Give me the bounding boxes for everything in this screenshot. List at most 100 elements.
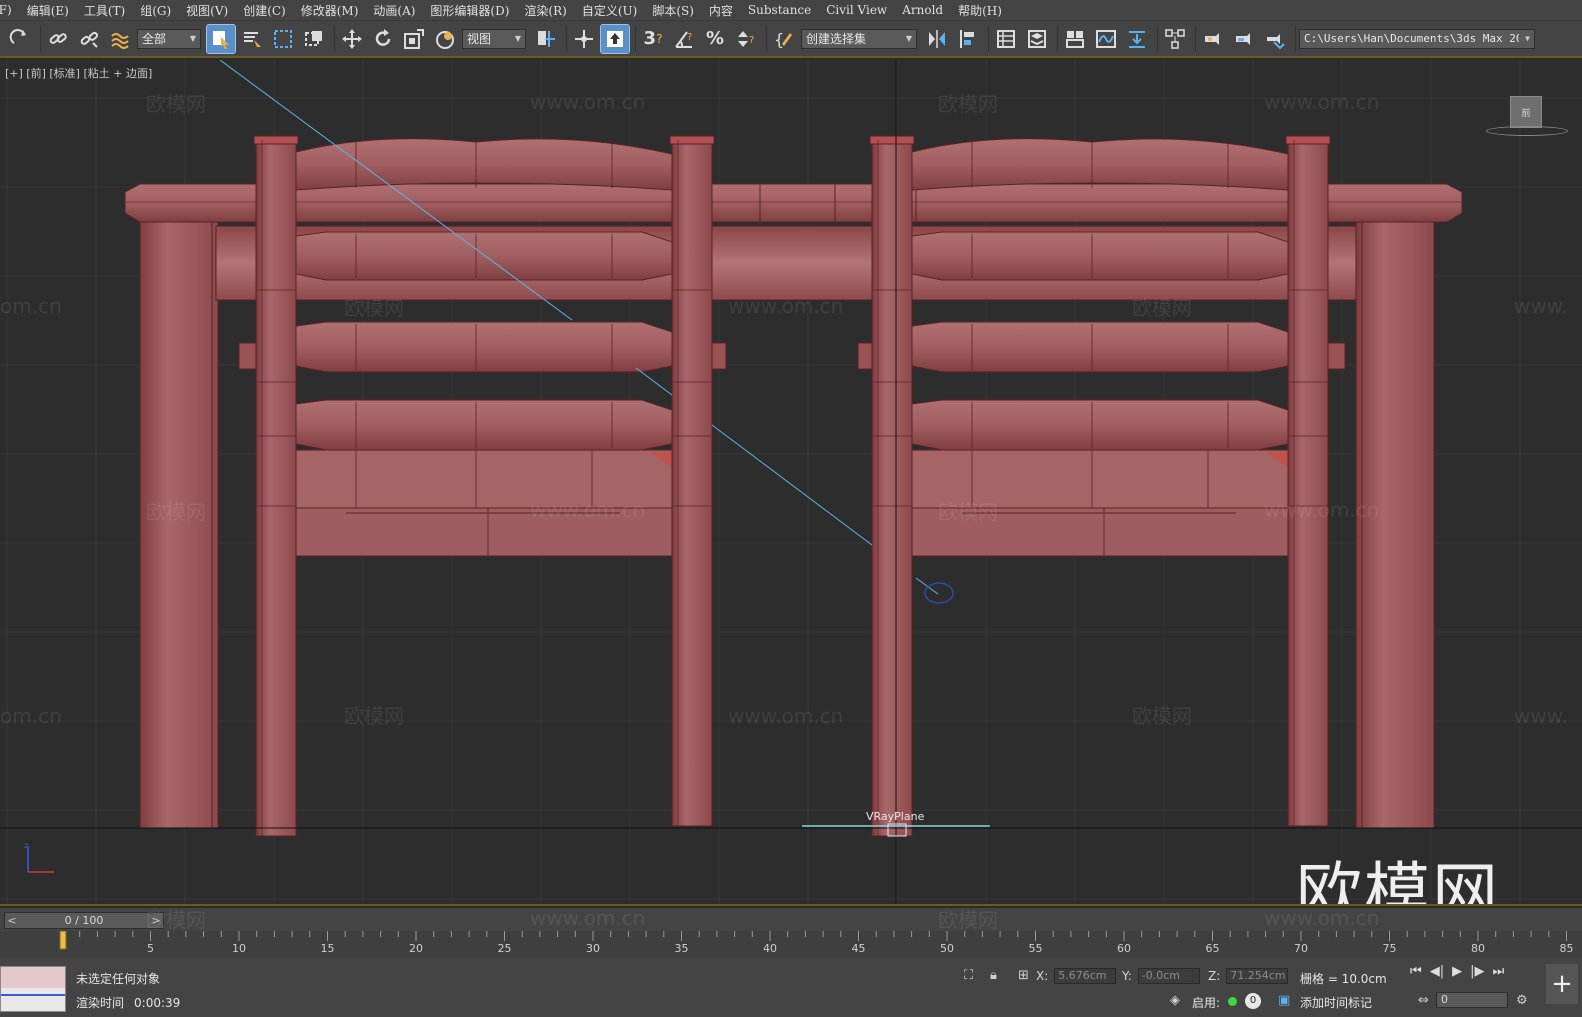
x-label: X:: [1036, 969, 1049, 983]
toolbar-separator: [1295, 25, 1296, 52]
previous-frame-icon[interactable]: ◀|: [1430, 964, 1444, 979]
menu-item[interactable]: 图形编辑器(D): [430, 2, 524, 19]
chevron-left-icon[interactable]: <: [5, 914, 19, 927]
rendered-frame-window-icon[interactable]: [1230, 25, 1258, 53]
edit-named-selection-icon[interactable]: {: [770, 25, 798, 53]
back-slat: [295, 138, 673, 191]
menu-item[interactable]: 组(G): [140, 2, 186, 19]
frame-display: 0 / 100: [64, 914, 104, 927]
x-field[interactable]: 5.676cm: [1054, 968, 1117, 984]
svg-text:z: z: [24, 841, 28, 850]
chevron-down-icon: ▼: [1525, 34, 1530, 43]
top-rail: [124, 183, 1463, 223]
bind-spacewarp-icon[interactable]: [106, 25, 134, 53]
y-label: Y:: [1122, 969, 1132, 983]
goto-end-icon[interactable]: ⏭: [1492, 964, 1504, 979]
menu-item[interactable]: 视图(V): [186, 2, 243, 19]
toggle-ribbon-icon[interactable]: [1061, 25, 1089, 53]
render-production-icon[interactable]: [1261, 25, 1289, 53]
add-time-tag[interactable]: 添加时间标记: [1300, 994, 1372, 1011]
snap-toggle-icon[interactable]: 3?: [639, 25, 667, 53]
angle-snap-icon[interactable]: ?: [670, 25, 698, 53]
play-icon[interactable]: ▶: [1452, 964, 1462, 979]
current-frame-field[interactable]: 0: [1436, 992, 1508, 1008]
menu-item[interactable]: 自定义(U): [582, 2, 652, 19]
menu-item[interactable]: 脚本(S): [652, 2, 709, 19]
track-bar[interactable]: 5 10 15 20 25 30 35 40 45 50 55 60 65 70 75 80 85: [0, 931, 1582, 958]
viewcube-compass-ring[interactable]: [1486, 126, 1568, 136]
toolbar-separator: [334, 25, 335, 52]
viewcube[interactable]: 前: [1510, 96, 1542, 128]
reference-coordinate-dropdown[interactable]: 视图 ▼: [462, 28, 526, 49]
z-field[interactable]: 71.254cm: [1226, 968, 1289, 984]
menu-item[interactable]: 动画(A): [373, 2, 430, 19]
isolate-selection-icon[interactable]: ⛶: [964, 968, 973, 983]
link-icon[interactable]: [44, 25, 72, 53]
front-viewport[interactable]: z [+] [前] [标准] [粘土 + 边面] 前 VRayPlane 欧模网…: [0, 60, 1582, 906]
absolute-mode-icon[interactable]: ⊞: [1018, 968, 1029, 983]
selection-count-badge: 0: [1245, 993, 1261, 1009]
material-editor-icon[interactable]: [1161, 25, 1189, 53]
layer-explorer-icon[interactable]: [1023, 25, 1051, 53]
menu-item[interactable]: Substance: [748, 3, 826, 17]
chevron-right-icon[interactable]: >: [149, 914, 163, 927]
menu-item[interactable]: 创建(C): [243, 2, 301, 19]
enable-indicator[interactable]: [1228, 997, 1237, 1006]
add-viewport-button[interactable]: +: [1546, 964, 1578, 1004]
chair-model[interactable]: z: [0, 60, 1582, 906]
pivot-center-icon[interactable]: [532, 25, 560, 53]
back-slat: [295, 321, 673, 373]
adaptive-degradation-icon[interactable]: ◈: [1170, 993, 1180, 1008]
time-tag-icon[interactable]: ▣: [1278, 993, 1290, 1008]
percent-snap-icon[interactable]: %: [701, 25, 729, 53]
time-slider[interactable]: < 0 / 100 >: [4, 912, 164, 929]
time-cursor[interactable]: [59, 931, 67, 950]
menu-item[interactable]: 修改器(M): [301, 2, 374, 19]
redo-icon[interactable]: [6, 25, 34, 53]
menu-item[interactable]: 编辑(E): [27, 2, 84, 19]
menu-item[interactable]: (F): [0, 3, 27, 17]
viewport-label[interactable]: [+] [前] [标准] [粘土 + 边面]: [5, 65, 152, 81]
window-crossing-icon[interactable]: [300, 25, 328, 53]
select-by-name-icon[interactable]: [238, 25, 266, 53]
menu-item[interactable]: 工具(T): [84, 2, 140, 19]
project-path-dropdown[interactable]: C:\Users\Han\Documents\3ds Max 2022 ▼: [1299, 28, 1535, 49]
mirror-icon[interactable]: [923, 25, 951, 53]
align-icon[interactable]: [954, 25, 982, 53]
timeline-tick-label: 10: [232, 942, 246, 955]
y-field[interactable]: -0.0cm: [1137, 968, 1200, 984]
scene-explorer-icon[interactable]: [992, 25, 1020, 53]
key-mode-icon[interactable]: ⇔: [1418, 993, 1429, 1008]
unlink-icon[interactable]: [75, 25, 103, 53]
timeline-tick-label: 25: [498, 942, 512, 955]
place-icon[interactable]: [431, 25, 459, 53]
curve-editor-icon[interactable]: [1092, 25, 1120, 53]
move-icon[interactable]: [338, 25, 366, 53]
maxscript-listener-mini[interactable]: [0, 966, 66, 1012]
schematic-view-icon[interactable]: [1123, 25, 1151, 53]
rotate-icon[interactable]: [369, 25, 397, 53]
named-selection-dropdown[interactable]: 创建选择集 ▼: [801, 28, 917, 49]
toolbar-separator: [988, 25, 989, 52]
keyboard-shortcut-override-icon[interactable]: [600, 23, 630, 54]
menu-item[interactable]: Arnold: [902, 3, 958, 17]
select-object-icon[interactable]: [206, 23, 236, 54]
menu-item[interactable]: 内容: [709, 2, 748, 19]
goto-start-icon[interactable]: ⏮: [1410, 964, 1422, 979]
menu-item[interactable]: 帮助(H): [958, 2, 1017, 19]
scale-icon[interactable]: [400, 25, 428, 53]
next-frame-icon[interactable]: |▶: [1470, 964, 1484, 979]
timeline-tick-label: 55: [1029, 942, 1043, 955]
selection-filter-dropdown[interactable]: 全部 ▼: [137, 28, 201, 49]
menu-item[interactable]: Civil View: [826, 3, 902, 17]
toolbar-separator: [1195, 25, 1196, 52]
lock-icon[interactable]: 🔒︎: [990, 968, 997, 983]
spinner-snap-icon[interactable]: ?: [732, 25, 760, 53]
time-config-icon[interactable]: ⚙: [1516, 993, 1528, 1008]
render-time-value: 0:00:39: [134, 996, 181, 1010]
rectangular-selection-icon[interactable]: [269, 25, 297, 53]
select-manipulate-icon[interactable]: [570, 25, 598, 53]
menu-item[interactable]: 渲染(R): [524, 2, 581, 19]
render-setup-icon[interactable]: [1199, 25, 1227, 53]
back-slat: [911, 399, 1289, 451]
